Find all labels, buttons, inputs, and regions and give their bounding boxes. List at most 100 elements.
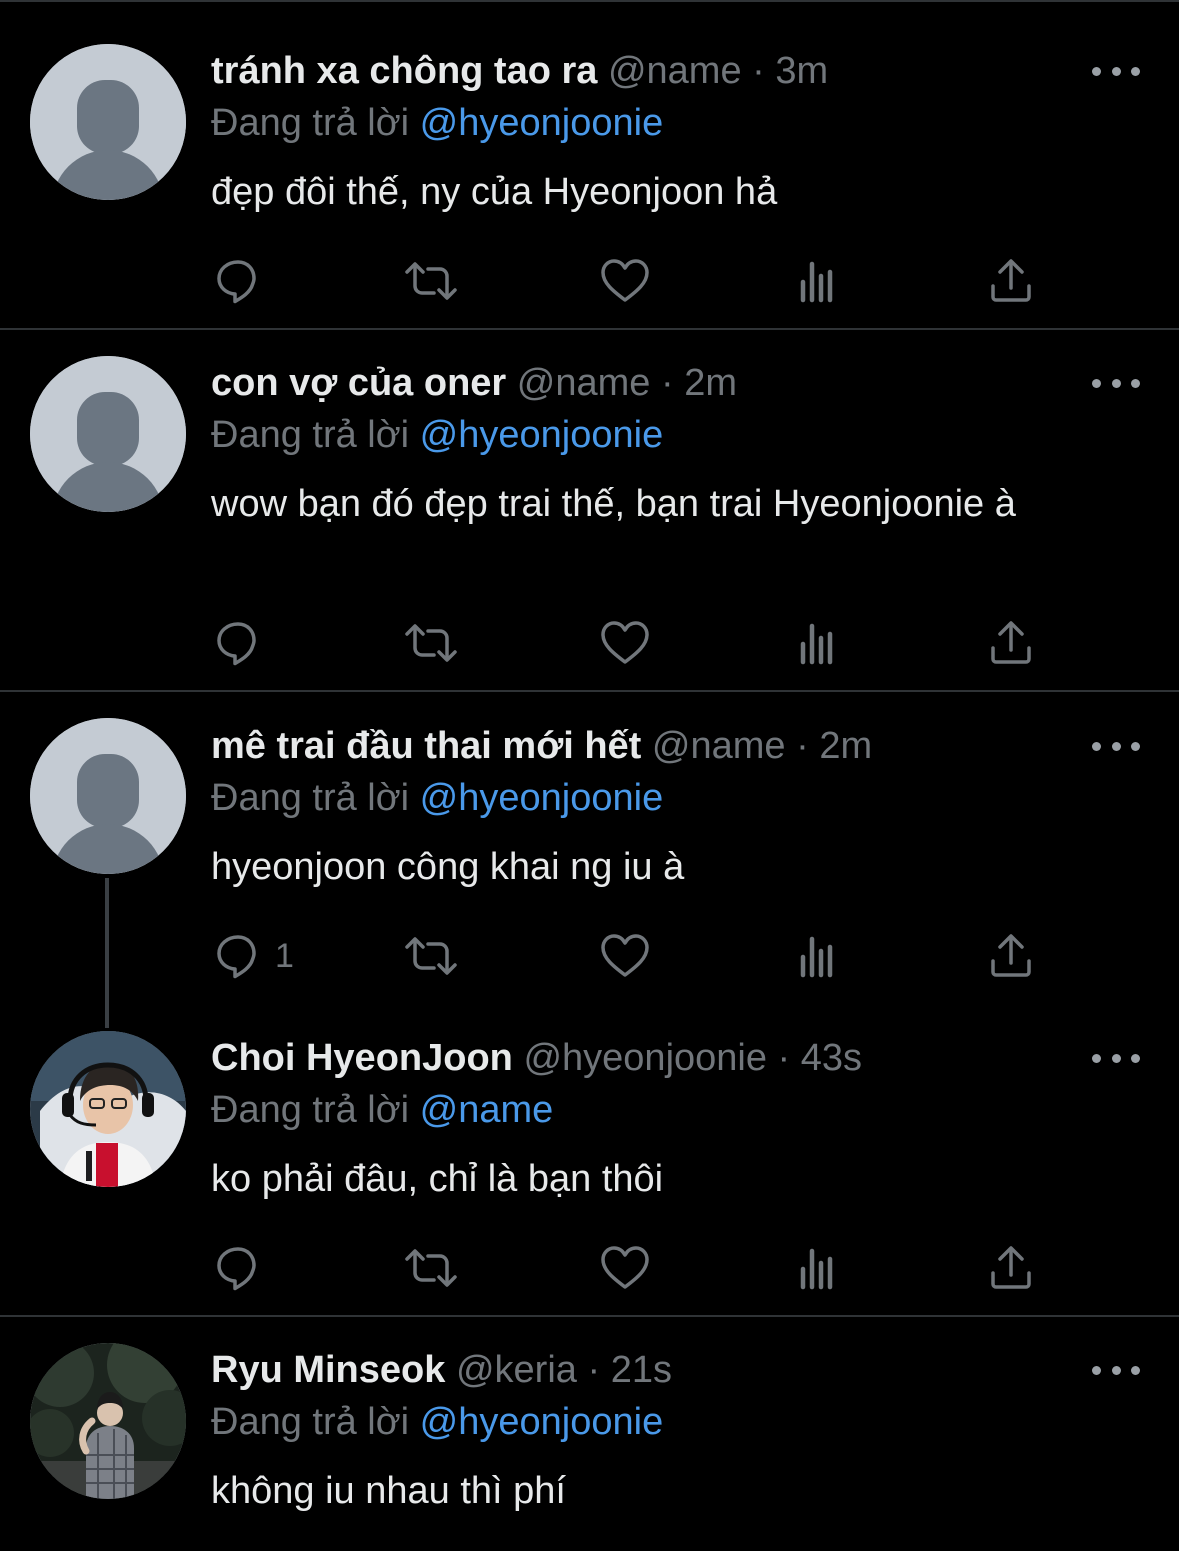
- replying-to: Đang trả lời @hyeonjoonie: [211, 773, 663, 823]
- views-button[interactable]: [796, 931, 840, 981]
- replying-to-label: Đang trả lời: [211, 102, 410, 144]
- separator: ·: [587, 1349, 601, 1391]
- retweet-button[interactable]: [403, 618, 459, 668]
- views-icon: [800, 623, 833, 665]
- tweet-text: đẹp đôi thế, ny của Hyeonjoon hả: [211, 171, 778, 213]
- timestamp[interactable]: 2m: [684, 362, 737, 404]
- share-icon: [991, 259, 1031, 302]
- tweet-divider: [0, 1315, 1179, 1317]
- default-avatar-icon: [30, 718, 186, 874]
- heart-icon: [601, 1246, 649, 1289]
- retweet-icon: [405, 1249, 457, 1287]
- display-name[interactable]: Choi HyeonJoon: [211, 1037, 513, 1079]
- default-avatar-icon: [30, 44, 186, 200]
- views-icon: [800, 261, 833, 303]
- reply-icon: [217, 260, 256, 304]
- heart-icon: [601, 621, 649, 664]
- avatar[interactable]: [30, 718, 186, 874]
- replying-to: Đang trả lời @hyeonjoonie: [211, 98, 663, 148]
- timestamp[interactable]: 21s: [611, 1349, 672, 1391]
- views-button[interactable]: [796, 618, 840, 668]
- separator: ·: [777, 1037, 791, 1079]
- user-handle[interactable]: @name: [608, 50, 742, 92]
- views-icon: [800, 1248, 833, 1290]
- user-handle[interactable]: @name: [517, 362, 651, 404]
- more-options-icon[interactable]: [1092, 371, 1140, 395]
- share-button[interactable]: [988, 1243, 1034, 1293]
- share-button[interactable]: [988, 931, 1034, 981]
- like-button[interactable]: [599, 256, 651, 306]
- share-button[interactable]: [988, 618, 1034, 668]
- reply-count: 1: [275, 936, 294, 975]
- replying-to-label: Đang trả lời: [211, 414, 410, 456]
- mention-link[interactable]: @hyeonjoonie: [420, 777, 664, 819]
- reply-icon: [217, 622, 256, 666]
- tweet-divider: [0, 690, 1179, 692]
- avatar[interactable]: [30, 356, 186, 512]
- tweet-header: con vợ của oner @name · 2m: [211, 358, 737, 408]
- like-button[interactable]: [599, 1243, 651, 1293]
- separator: ·: [796, 725, 809, 767]
- reply-icon: [217, 935, 256, 979]
- more-options-icon[interactable]: [1092, 59, 1140, 83]
- tweet-header: Ryu Minseok @keria · 21s: [211, 1345, 672, 1395]
- views-button[interactable]: [796, 1243, 840, 1293]
- tweet-header: tránh xa chông tao ra @name · 3m: [211, 46, 828, 96]
- reply-button[interactable]: 1: [213, 931, 294, 981]
- share-icon: [991, 621, 1031, 664]
- more-options-icon[interactable]: [1092, 1046, 1140, 1070]
- avatar[interactable]: [30, 44, 186, 200]
- reply-button[interactable]: [213, 256, 275, 306]
- retweet-icon: [405, 937, 457, 975]
- display-name[interactable]: Ryu Minseok: [211, 1349, 445, 1391]
- tweet-text: ko phải đâu, chỉ là bạn thôi: [211, 1158, 664, 1200]
- tweet-header: mê trai đầu thai mới hết @name · 2m: [211, 721, 872, 771]
- retweet-icon: [405, 262, 457, 300]
- reply-button[interactable]: [213, 1243, 275, 1293]
- views-icon: [800, 936, 833, 978]
- replying-to: Đang trả lời @hyeonjoonie: [211, 1397, 663, 1447]
- timestamp[interactable]: 3m: [775, 50, 828, 92]
- retweet-icon: [405, 624, 457, 662]
- separator: ·: [752, 50, 765, 92]
- user-handle[interactable]: @hyeonjoonie: [523, 1037, 767, 1079]
- views-button[interactable]: [796, 256, 840, 306]
- reply-button[interactable]: [213, 618, 275, 668]
- display-name[interactable]: mê trai đầu thai mới hết: [211, 725, 641, 767]
- timestamp[interactable]: 2m: [819, 725, 872, 767]
- tweet-text: wow bạn đó đẹp trai thế, bạn trai Hyeonj…: [211, 483, 1016, 525]
- replying-to: Đang trả lời @name: [211, 1085, 553, 1135]
- thread-connector: [105, 878, 109, 1028]
- timestamp[interactable]: 43s: [801, 1037, 862, 1079]
- tweet-text: không iu nhau thì phí: [211, 1470, 566, 1512]
- avatar[interactable]: [30, 1343, 186, 1499]
- separator: ·: [660, 362, 674, 404]
- retweet-button[interactable]: [403, 931, 459, 981]
- heart-icon: [601, 259, 649, 302]
- tweet-divider: [0, 328, 1179, 330]
- share-button[interactable]: [988, 256, 1034, 306]
- mention-link[interactable]: @hyeonjoonie: [420, 1401, 664, 1443]
- avatar[interactable]: [30, 1031, 186, 1187]
- user-handle[interactable]: @name: [652, 725, 786, 767]
- more-options-icon[interactable]: [1092, 1358, 1140, 1382]
- retweet-button[interactable]: [403, 1243, 459, 1293]
- default-avatar-icon: [30, 356, 186, 512]
- share-icon: [991, 934, 1031, 977]
- display-name[interactable]: tránh xa chông tao ra: [211, 50, 597, 92]
- mention-link[interactable]: @hyeonjoonie: [420, 414, 664, 456]
- user-handle[interactable]: @keria: [456, 1349, 577, 1391]
- mention-link[interactable]: @hyeonjoonie: [420, 102, 664, 144]
- more-options-icon[interactable]: [1092, 734, 1140, 758]
- replying-to-label: Đang trả lời: [211, 777, 410, 819]
- display-name[interactable]: con vợ của oner: [211, 362, 506, 404]
- mention-link[interactable]: @name: [420, 1089, 554, 1131]
- retweet-button[interactable]: [403, 256, 459, 306]
- share-icon: [991, 1246, 1031, 1289]
- tweet-header: Choi HyeonJoon @hyeonjoonie · 43s: [211, 1033, 862, 1083]
- replying-to: Đang trả lời @hyeonjoonie: [211, 410, 663, 460]
- like-button[interactable]: [599, 931, 651, 981]
- heart-icon: [601, 934, 649, 977]
- like-button[interactable]: [599, 618, 651, 668]
- replying-to-label: Đang trả lời: [211, 1401, 410, 1443]
